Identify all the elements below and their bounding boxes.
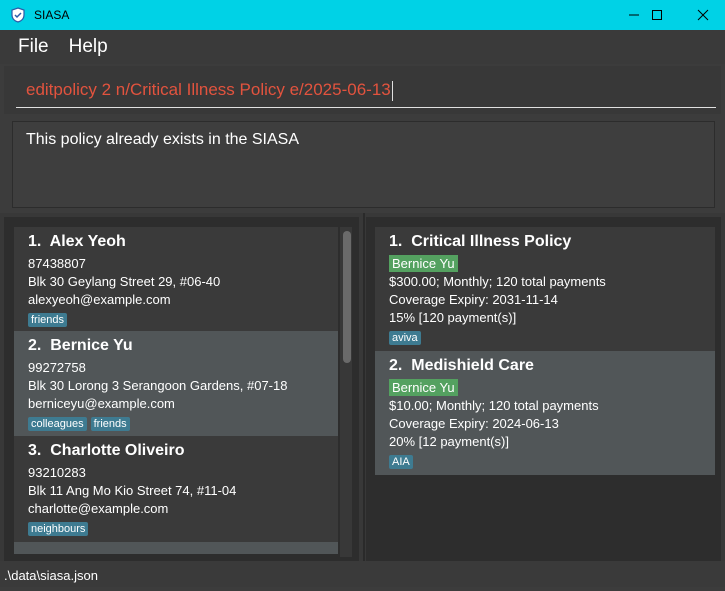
person-tag: friends [28, 313, 68, 327]
person-list-scrollbar[interactable] [340, 227, 352, 557]
policy-tag: aviva [389, 331, 421, 345]
policy-commission: 15% [120 payment(s)] [389, 310, 517, 325]
command-input[interactable]: editpolicy 2 n/Critical Illness Policy e… [16, 74, 716, 108]
policy-payment: $10.00; Monthly; 120 total payments [389, 398, 599, 413]
person-card[interactable]: 1. Alex Yeoh 87438807 Blk 30 Geylang Str… [14, 227, 338, 331]
person-email: berniceyu@example.com [28, 396, 175, 411]
policy-expiry: Coverage Expiry: 2031-11-14 [389, 292, 558, 307]
person-phone: 93210283 [28, 465, 86, 480]
result-message: This policy already exists in the SIASA [26, 131, 300, 148]
person-phone: 87438807 [28, 256, 86, 271]
status-bar: .\data\siasa.json [0, 561, 725, 587]
menu-file[interactable]: File [18, 36, 49, 58]
policy-tag: AIA [389, 455, 413, 469]
person-tag: friends [90, 417, 130, 431]
panel-divider[interactable] [363, 213, 365, 561]
person-tag: colleagues [28, 417, 87, 431]
policy-commission: 20% [12 payment(s)] [389, 434, 509, 449]
shield-icon [11, 7, 25, 23]
title-bar: SIASA [0, 0, 725, 30]
policy-owner: Bernice Yu [389, 379, 458, 396]
person-card[interactable]: 2. Bernice Yu 99272758 Blk 30 Lorong 3 S… [14, 331, 338, 436]
policy-name: 1. Critical Illness Policy [389, 233, 572, 250]
policy-expiry: Coverage Expiry: 2024-06-13 [389, 416, 559, 431]
menu-bar: File Help [0, 30, 725, 64]
status-file-path: .\data\siasa.json [4, 568, 98, 583]
text-caret [391, 80, 393, 101]
person-list[interactable]: 1. Alex Yeoh 87438807 Blk 30 Geylang Str… [4, 217, 359, 561]
person-name: 2. Bernice Yu [28, 337, 133, 354]
person-name: 1. Alex Yeoh [28, 233, 126, 250]
policy-name: 2. Medishield Care [389, 357, 534, 374]
person-email: alexyeoh@example.com [28, 292, 171, 307]
list-area: 1. Alex Yeoh 87438807 Blk 30 Geylang Str… [0, 213, 725, 561]
policy-payment: $300.00; Monthly; 120 total payments [389, 274, 606, 289]
menu-help[interactable]: Help [69, 36, 108, 58]
maximize-button[interactable] [634, 0, 680, 30]
policy-card[interactable]: 1. Critical Illness Policy Bernice Yu $3… [375, 227, 715, 351]
policy-card[interactable]: 2. Medishield Care Bernice Yu $10.00; Mo… [375, 351, 715, 475]
window-title: SIASA [34, 8, 70, 22]
person-name: 3. Charlotte Oliveiro [28, 442, 185, 459]
person-email: charlotte@example.com [28, 501, 169, 516]
person-address: Blk 30 Geylang Street 29, #06-40 [28, 274, 221, 289]
maximize-icon [652, 10, 662, 20]
command-text: editpolicy 2 n/Critical Illness Policy e… [26, 80, 391, 99]
scrollbar-thumb[interactable] [343, 231, 351, 363]
person-address: Blk 11 Ang Mo Kio Street 74, #11-04 [28, 483, 237, 498]
policy-list[interactable]: 1. Critical Illness Policy Bernice Yu $3… [366, 217, 721, 561]
close-button[interactable] [680, 0, 725, 30]
person-tag: neighbours [28, 522, 89, 536]
person-phone: 99272758 [28, 360, 86, 375]
person-address: Blk 30 Lorong 3 Serangoon Gardens, #07-1… [28, 378, 288, 393]
command-box: editpolicy 2 n/Critical Illness Policy e… [4, 66, 721, 114]
policy-owner: Bernice Yu [389, 255, 458, 272]
person-card-partial[interactable] [14, 542, 338, 554]
person-card[interactable]: 3. Charlotte Oliveiro 93210283 Blk 11 An… [14, 436, 338, 542]
close-icon [697, 9, 709, 21]
result-display[interactable]: This policy already exists in the SIASA [12, 121, 715, 208]
